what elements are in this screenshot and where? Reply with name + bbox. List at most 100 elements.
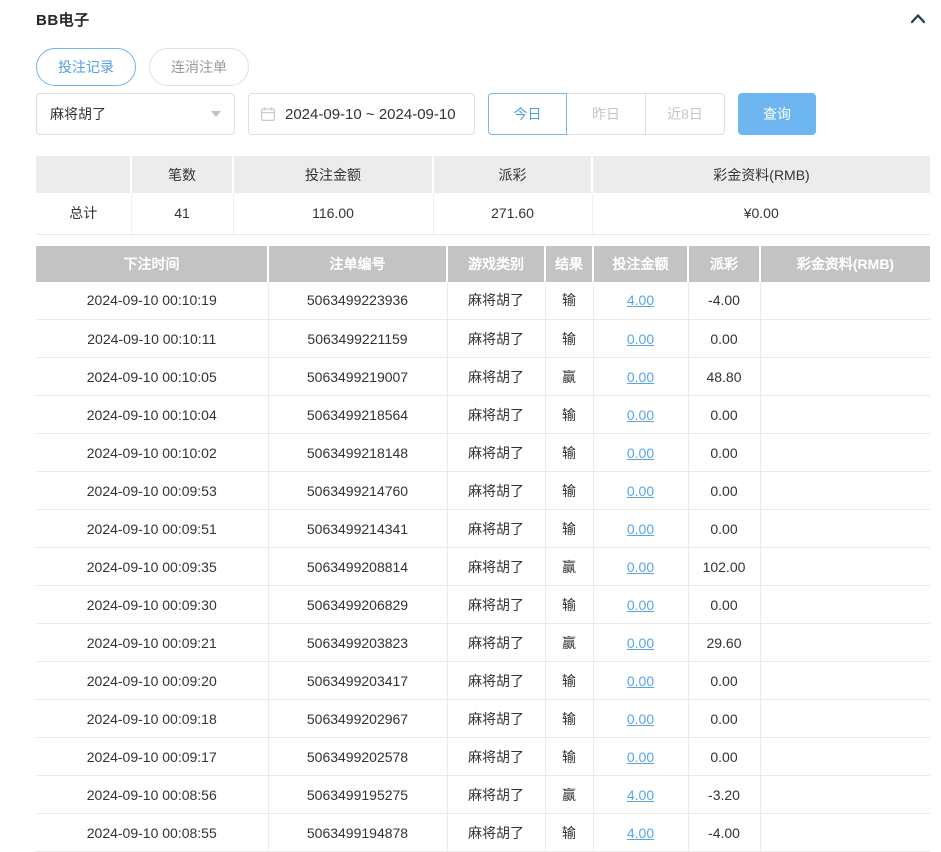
bet-amount-link[interactable]: 0.00 (627, 445, 654, 461)
betting-records-panel: BB电子 投注记录 连消注单 麻将胡了 (0, 0, 941, 852)
table-row: 2024-09-10 00:09:305063499206829麻将胡了输0.0… (36, 586, 930, 624)
game-type-cell: 麻将胡了 (447, 776, 545, 814)
table-row: 2024-09-10 00:09:515063499214341麻将胡了输0.0… (36, 510, 930, 548)
bet-amount-cell: 0.00 (593, 320, 688, 358)
bet-id-cell: 5063499203417 (268, 662, 447, 700)
column-header: 派彩 (433, 156, 592, 193)
summary-header-row: 笔数投注金额派彩彩金资料(RMB) (36, 156, 930, 193)
bet-amount-link[interactable]: 0.00 (627, 597, 654, 613)
quick-range-today[interactable]: 今日 (488, 93, 567, 135)
quick-range-yesterday[interactable]: 昨日 (567, 93, 646, 135)
summary-bet-amount-cell: 116.00 (233, 193, 433, 234)
result-cell: 赢 (545, 624, 593, 662)
bet-amount-link[interactable]: 0.00 (627, 711, 654, 727)
bonus-cell (760, 472, 930, 510)
bet-amount-link[interactable]: 0.00 (627, 635, 654, 651)
quick-range-group: 今日 昨日 近8日 (488, 93, 725, 135)
bonus-cell (760, 358, 930, 396)
game-select[interactable]: 麻将胡了 (36, 93, 235, 135)
bet-amount-cell: 0.00 (593, 358, 688, 396)
summary-bonus-cell: ¥0.00 (592, 193, 930, 234)
bet-id-cell: 5063499221159 (268, 320, 447, 358)
bet-amount-link[interactable]: 4.00 (627, 825, 654, 841)
bet-amount-cell: 4.00 (593, 282, 688, 320)
bet-amount-link[interactable]: 0.00 (627, 749, 654, 765)
chevron-down-icon (211, 111, 221, 117)
column-header: 投注金额 (233, 156, 433, 193)
table-row: 2024-09-10 00:08:565063499195275麻将胡了赢 4.0… (36, 776, 930, 814)
bet-amount-link[interactable]: 0.00 (627, 559, 654, 575)
date-range-input[interactable]: 2024-09-10 ~ 2024-09-10 (248, 93, 475, 135)
result-cell: 输 (545, 814, 593, 852)
result-cell: 赢 (545, 548, 593, 586)
payout-cell: 0.00 (688, 510, 760, 548)
bet-amount-cell: 0.00 (593, 396, 688, 434)
payout-cell: 29.60 (688, 624, 760, 662)
bet-amount-link[interactable]: 0.00 (627, 673, 654, 689)
collapse-button[interactable] (906, 7, 930, 31)
result-cell: 输 (545, 510, 593, 548)
bet-amount-cell: 4.00 (593, 814, 688, 852)
bet-id-cell: 5063499202967 (268, 700, 447, 738)
bet-time-cell: 2024-09-10 00:09:53 (36, 472, 268, 510)
bet-time-cell: 2024-09-10 00:09:20 (36, 662, 268, 700)
query-button[interactable]: 查询 (738, 93, 816, 135)
summary-total-row: 总计41116.00271.60¥0.00 (36, 193, 930, 234)
game-type-cell: 麻将胡了 (447, 814, 545, 852)
bet-id-cell: 5063499203823 (268, 624, 447, 662)
bet-id-cell: 5063499195275 (268, 776, 447, 814)
bet-id-cell: 5063499214341 (268, 510, 447, 548)
tab-betting-records[interactable]: 投注记录 (36, 48, 136, 86)
bet-amount-link[interactable]: 0.00 (627, 407, 654, 423)
bet-amount-cell: 0.00 (593, 510, 688, 548)
bet-time-cell: 2024-09-10 00:08:55 (36, 814, 268, 852)
column-header (36, 156, 131, 193)
bonus-cell (760, 510, 930, 548)
bonus-cell (760, 738, 930, 776)
payout-cell: 0.00 (688, 434, 760, 472)
bet-amount-cell: 0.00 (593, 434, 688, 472)
tab-cancelled-orders[interactable]: 连消注单 (149, 48, 249, 86)
bet-amount-link[interactable]: 4.00 (627, 787, 654, 803)
column-header: 彩金资料(RMB) (760, 246, 930, 282)
bet-amount-link[interactable]: 0.00 (627, 521, 654, 537)
column-header: 派彩 (688, 246, 760, 282)
bet-amount-link[interactable]: 0.00 (627, 483, 654, 499)
bonus-cell (760, 586, 930, 624)
payout-cell: 0.00 (688, 586, 760, 624)
column-header: 下注时间 (36, 246, 268, 282)
bet-amount-link[interactable]: 0.00 (627, 369, 654, 385)
bet-amount-link[interactable]: 4.00 (627, 292, 654, 308)
bet-time-cell: 2024-09-10 00:08:56 (36, 776, 268, 814)
game-type-cell: 麻将胡了 (447, 624, 545, 662)
game-type-cell: 麻将胡了 (447, 700, 545, 738)
payout-cell: -4.00 (688, 814, 760, 852)
summary-count-cell: 41 (131, 193, 233, 234)
quick-range-last8days[interactable]: 近8日 (646, 93, 725, 135)
bonus-cell (760, 662, 930, 700)
bet-time-cell: 2024-09-10 00:09:21 (36, 624, 268, 662)
table-row: 2024-09-10 00:09:535063499214760麻将胡了输0.0… (36, 472, 930, 510)
bet-time-cell: 2024-09-10 00:10:04 (36, 396, 268, 434)
payout-cell: 0.00 (688, 320, 760, 358)
column-header: 彩金资料(RMB) (592, 156, 930, 193)
bet-id-cell: 5063499202578 (268, 738, 447, 776)
payout-cell: 0.00 (688, 738, 760, 776)
records-table: 下注时间注单编号游戏类别结果投注金额派彩彩金资料(RMB) 2024-09-10… (36, 246, 930, 852)
column-header: 游戏类别 (447, 246, 545, 282)
result-cell: 输 (545, 700, 593, 738)
bet-amount-cell: 0.00 (593, 586, 688, 624)
calendar-icon (260, 106, 276, 122)
bet-time-cell: 2024-09-10 00:10:05 (36, 358, 268, 396)
payout-cell: -3.20 (688, 776, 760, 814)
payout-cell: 102.00 (688, 548, 760, 586)
page-title: BB电子 (36, 9, 90, 30)
summary-payout-cell: 271.60 (433, 193, 592, 234)
game-type-cell: 麻将胡了 (447, 358, 545, 396)
result-cell: 赢 (545, 776, 593, 814)
bet-id-cell: 5063499223936 (268, 282, 447, 320)
bet-id-cell: 5063499194878 (268, 814, 447, 852)
result-cell: 输 (545, 282, 593, 320)
bet-amount-link[interactable]: 0.00 (627, 331, 654, 347)
payout-cell: 0.00 (688, 396, 760, 434)
